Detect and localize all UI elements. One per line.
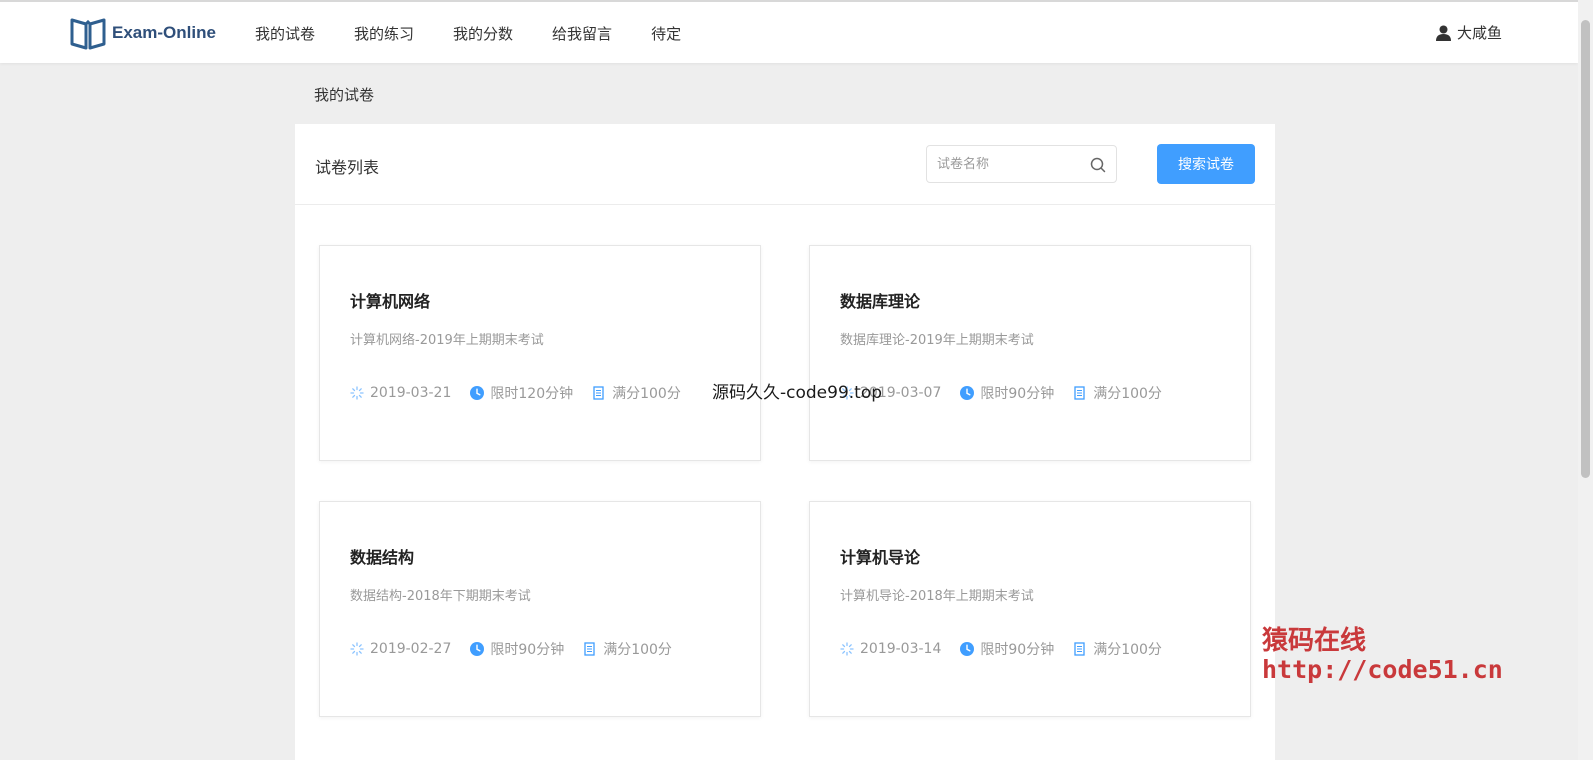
- paper-card[interactable]: 数据库理论 数据库理论-2019年上期期末考试 2019-03-07 限时90分钟 满分…: [809, 245, 1251, 461]
- paper-title[interactable]: 计算机导论: [840, 544, 920, 568]
- document-icon: [1074, 386, 1085, 400]
- paper-search-input[interactable]: [927, 146, 1077, 182]
- breadcrumb: 我的试卷: [314, 86, 375, 104]
- paper-meta: 2019-03-07 限时90分钟 满分100分: [840, 383, 1181, 403]
- paper-duration-text: 限时90分钟: [980, 386, 1055, 402]
- watermark-center: 源码久久-code99.top: [712, 383, 883, 403]
- panel-header: 试卷列表 搜索试卷: [295, 124, 1275, 205]
- book-logo-icon: [70, 18, 106, 50]
- paper-description: 计算机网络-2019年上期期末考试: [350, 333, 544, 348]
- app-logo[interactable]: Exam-Online: [70, 16, 216, 50]
- document-icon: [1074, 642, 1085, 656]
- paper-score: 满分100分: [1073, 639, 1162, 659]
- nav-item-leave-message[interactable]: 给我留言: [552, 23, 612, 44]
- clock-icon: [960, 386, 975, 400]
- clock-icon: [470, 642, 485, 656]
- document-icon: [593, 386, 604, 400]
- watermark-corner-url: http://code51.cn: [1262, 655, 1503, 684]
- paper-score-text: 满分100分: [1093, 386, 1162, 402]
- search-paper-button[interactable]: 搜索试卷: [1157, 144, 1255, 184]
- user-menu[interactable]: 大咸鱼: [1436, 22, 1502, 43]
- main-nav: 我的试卷 我的练习 我的分数 给我留言 待定: [255, 2, 720, 65]
- paper-description: 计算机导论-2018年上期期末考试: [840, 589, 1034, 604]
- sun-date-icon: [350, 642, 364, 656]
- paper-score-text: 满分100分: [603, 642, 672, 658]
- paper-score: 满分100分: [592, 383, 681, 403]
- user-icon: [1436, 25, 1451, 41]
- paper-date-text: 2019-03-14: [860, 641, 942, 657]
- watermark-corner-title: 猿码在线: [1262, 626, 1367, 656]
- paper-score-text: 满分100分: [1093, 642, 1162, 658]
- search-icon[interactable]: [1090, 157, 1106, 173]
- paper-card[interactable]: 数据结构数据结构-2018年下期期末考试 2019-02-27 限时90分钟 满分10…: [319, 501, 761, 717]
- paper-meta: 2019-03-21 限时120分钟 满分100分: [350, 383, 700, 403]
- top-navbar: Exam-Online 我的试卷 我的练习 我的分数 给我留言 待定 大咸鱼: [0, 0, 1578, 63]
- paper-duration: 限时90分钟: [470, 639, 564, 659]
- paper-meta: 2019-02-27 限时90分钟 满分100分: [350, 639, 691, 659]
- scrollbar-thumb[interactable]: [1581, 20, 1590, 478]
- app-name: Exam-Online: [112, 23, 216, 42]
- nav-item-tbd[interactable]: 待定: [651, 23, 681, 44]
- paper-score: 满分100分: [1073, 383, 1162, 403]
- panel-title: 试卷列表: [315, 158, 380, 177]
- paper-description: 数据库理论-2019年上期期末考试: [840, 333, 1034, 348]
- paper-duration: 限时90分钟: [960, 639, 1054, 659]
- paper-score-text: 满分100分: [612, 386, 681, 402]
- nav-item-my-practice[interactable]: 我的练习: [354, 23, 414, 44]
- paper-score: 满分100分: [583, 639, 672, 659]
- paper-meta: 2019-03-14 限时90分钟 满分100分: [840, 639, 1181, 659]
- document-icon: [584, 642, 595, 656]
- paper-date: 2019-03-21: [350, 385, 451, 401]
- sun-date-icon: [350, 386, 364, 400]
- nav-item-my-papers[interactable]: 我的试卷: [255, 23, 315, 44]
- paper-date: 2019-03-14: [840, 641, 941, 657]
- paper-duration-text: 限时120分钟: [490, 386, 574, 402]
- paper-title[interactable]: 数据结构: [350, 544, 414, 568]
- user-name: 大咸鱼: [1457, 24, 1503, 42]
- clock-icon: [960, 642, 975, 656]
- paper-duration: 限时120分钟: [470, 383, 573, 403]
- clock-icon: [470, 386, 485, 400]
- paper-duration: 限时90分钟: [960, 383, 1054, 403]
- paper-date: 2019-02-27: [350, 641, 451, 657]
- paper-date-text: 2019-03-21: [370, 385, 452, 401]
- paper-date-text: 2019-02-27: [370, 641, 452, 657]
- paper-description: 数据结构-2018年下期期末考试: [350, 589, 531, 604]
- page-scrollbar[interactable]: [1578, 0, 1593, 760]
- paper-card[interactable]: 计算机网络计算机网络-2019年上期期末考试 2019-03-21 限时120分钟 满…: [319, 245, 761, 461]
- paper-title[interactable]: 数据库理论: [840, 288, 920, 312]
- paper-card[interactable]: 计算机导论计算机导论-2018年上期期末考试 2019-03-14 限时90分钟 满分…: [809, 501, 1251, 717]
- paper-title[interactable]: 计算机网络: [350, 288, 430, 312]
- nav-item-my-scores[interactable]: 我的分数: [453, 23, 513, 44]
- paper-duration-text: 限时90分钟: [980, 642, 1055, 658]
- sun-date-icon: [840, 642, 854, 656]
- paper-duration-text: 限时90分钟: [490, 642, 565, 658]
- search-box: [926, 145, 1117, 183]
